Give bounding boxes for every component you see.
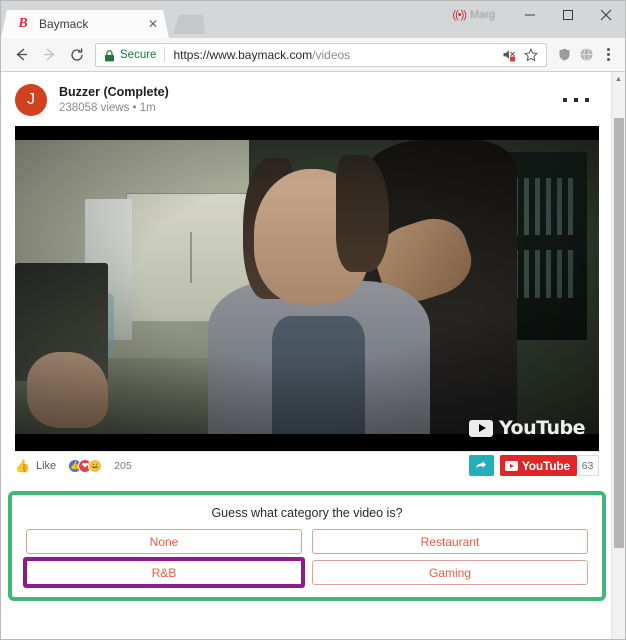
browser-window: ((•)) Marg B Baymack ✕ Secure https://ww… [0,0,626,640]
post-header: J Buzzer (Complete) 238058 views • 1m [1,72,613,126]
secure-label: Secure [120,48,157,61]
browser-toolbar: Secure https://www.baymack.com/videos [1,38,625,72]
poll-option-none[interactable]: None [26,529,302,554]
reload-button[interactable] [63,41,91,69]
scrollbar-up-arrow[interactable]: ▲ [612,72,625,86]
poll-container: Guess what category the video is? None R… [8,491,606,601]
page-viewport: J Buzzer (Complete) 238058 views • 1m Yo… [1,72,625,639]
poll-option-gaming[interactable]: Gaming [312,560,588,585]
browser-tab-baymack[interactable]: B Baymack ✕ [1,10,169,38]
forward-button[interactable] [35,41,63,69]
video-vignette [15,140,599,434]
star-icon[interactable] [522,46,540,64]
new-tab-button[interactable] [173,15,205,34]
lock-icon [104,49,115,62]
poll-option-restaurant[interactable]: Restaurant [312,529,588,554]
reaction-count: 205 [114,459,132,472]
address-bar[interactable]: Secure https://www.baymack.com/videos [95,42,547,67]
back-button[interactable] [7,41,35,69]
url-text: https://www.baymack.com/videos [173,48,350,62]
post-title: Buzzer (Complete) [59,84,169,99]
extension-shield-icon[interactable] [553,42,575,68]
youtube-watermark-label: YouTube [499,417,585,439]
url-path: /videos [312,47,351,62]
post-subtitle: 238058 views • 1m [59,102,156,115]
poll-option-rnb[interactable]: R&B [23,557,305,588]
avatar[interactable]: J [15,84,47,116]
page-content: J Buzzer (Complete) 238058 views • 1m Yo… [1,72,613,639]
youtube-button[interactable]: YouTube [499,455,577,476]
omnibox-actions [500,46,542,64]
youtube-count: 63 [577,455,599,476]
reaction-haha-icon: 😀 [88,458,103,473]
poll-options: None Restaurant R&B Gaming [23,529,588,588]
window-titlebar: ((•)) Marg B Baymack ✕ [1,1,625,38]
omnibox-divider [164,47,166,62]
like-group[interactable]: 👍 Like 👍 ❤ 😀 205 [15,458,132,473]
youtube-watermark[interactable]: YouTube [469,417,585,439]
page-scrollbar[interactable]: ▲ [611,72,625,639]
url-host: https://www.baymack.com [173,47,313,62]
youtube-button-play-icon [504,460,518,471]
tab-title: Baymack [39,17,89,31]
thumbs-up-icon[interactable]: 👍 [15,459,30,473]
tab-strip: B Baymack ✕ [1,9,625,38]
post-more-menu-icon[interactable] [563,98,599,102]
scrollbar-thumb[interactable] [614,118,624,548]
youtube-play-icon [469,419,494,437]
share-arrow-icon[interactable] [468,455,494,476]
tab-close-icon[interactable]: ✕ [145,16,161,32]
audio-muted-icon[interactable] [500,46,518,64]
three-dot-menu-icon[interactable] [597,42,619,68]
post-action-bar: 👍 Like 👍 ❤ 😀 205 YouTube 63 [15,451,599,477]
baymack-favicon-icon: B [18,16,28,31]
action-bar-right: YouTube 63 [468,455,599,476]
video-player[interactable]: YouTube [15,126,599,451]
like-label[interactable]: Like [36,460,56,472]
youtube-button-label: YouTube [521,458,570,473]
extension-globe-icon[interactable] [575,42,597,68]
video-frame [15,140,599,434]
poll-question: Guess what category the video is? [211,506,403,520]
post-meta: Buzzer (Complete) 238058 views • 1m [59,85,563,116]
reaction-icons: 👍 ❤ 😀 [68,458,103,473]
